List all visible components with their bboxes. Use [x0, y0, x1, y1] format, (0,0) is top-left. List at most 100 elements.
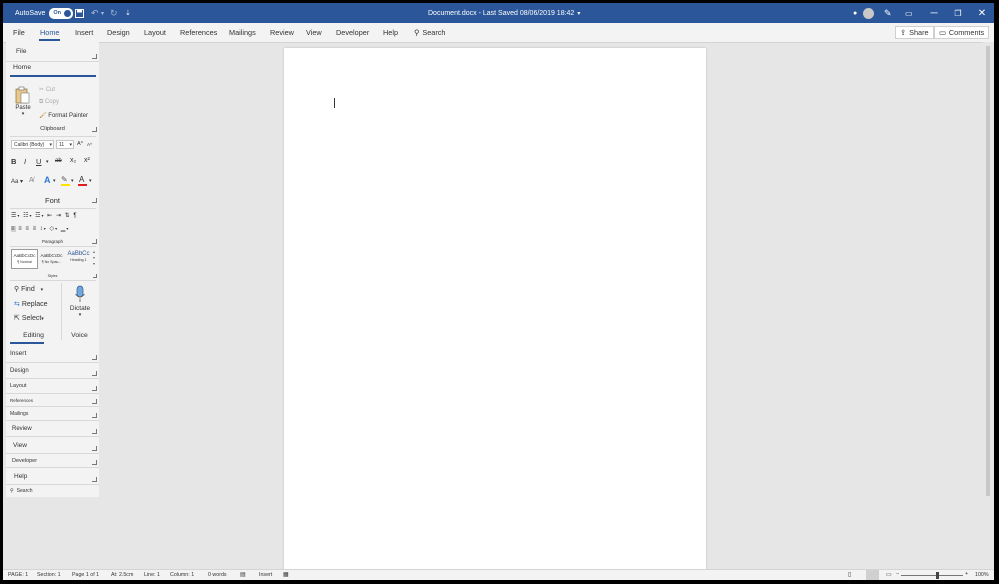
status-words[interactable]: 0 words [208, 572, 227, 578]
text-effects-button[interactable]: A [44, 175, 51, 185]
cut-button[interactable]: ✂ Cut [39, 86, 55, 93]
dialog-launcher-icon[interactable] [92, 477, 97, 482]
tab-view[interactable]: View [306, 23, 322, 42]
styles-scroll[interactable]: ▴ ▾ ▾ [93, 249, 97, 269]
sort-icon[interactable]: ⇅ [65, 213, 71, 219]
redo-icon[interactable]: ↻ [110, 3, 118, 23]
styles-launcher-icon[interactable] [93, 274, 97, 278]
align-right-icon[interactable]: ≡ [25, 226, 30, 232]
close-icon[interactable]: ✕ [969, 3, 994, 23]
strikethrough-button[interactable]: ab [55, 158, 62, 164]
increase-indent-icon[interactable]: ⇥ [56, 213, 62, 219]
style-no-spacing[interactable]: AaBbCcDc ¶ No Spac... [38, 249, 65, 269]
chevron-down-icon[interactable]: ▾ [53, 178, 56, 184]
ribbon-group-design[interactable]: Design [6, 363, 99, 379]
vertical-scrollbar[interactable] [983, 42, 994, 569]
document-title[interactable]: Document.docx - Last Saved 08/06/2019 18… [428, 10, 574, 17]
chevron-down-icon[interactable]: ▾ [89, 178, 92, 184]
ribbon-group-view[interactable]: View [6, 437, 99, 454]
tab-review[interactable]: Review [270, 23, 294, 42]
font-size-select[interactable]: 11 ▾ [56, 140, 74, 149]
grow-font-button[interactable]: A^ [77, 141, 83, 147]
dialog-launcher-icon[interactable] [92, 429, 97, 434]
web-layout-icon[interactable]: ▭ [886, 571, 892, 578]
ribbon-group-developer[interactable]: Developer [6, 454, 99, 468]
chevron-down-icon[interactable]: ▾ [14, 111, 32, 117]
scrollbar-thumb[interactable] [986, 46, 990, 496]
document-page[interactable] [284, 48, 706, 571]
share-button[interactable]: ⇪ Share [895, 26, 934, 39]
macro-record-icon[interactable]: ▦ [283, 571, 289, 578]
paragraph-launcher-icon[interactable] [92, 239, 97, 244]
autosave-toggle[interactable]: On [49, 7, 74, 19]
superscript-button[interactable]: x² [84, 157, 90, 164]
tab-help[interactable]: Help [383, 23, 398, 42]
subscript-button[interactable]: x₂ [70, 157, 76, 164]
clipboard-launcher-icon[interactable] [92, 127, 97, 132]
shrink-font-button[interactable]: A^ [87, 142, 92, 147]
tab-layout[interactable]: Layout [144, 23, 166, 42]
font-color-button[interactable]: A [79, 175, 84, 184]
ribbon-group-review[interactable]: Review [6, 421, 99, 437]
font-name-select[interactable]: Calibri (Body) ▾ [11, 140, 54, 149]
pilcrow-icon[interactable]: ¶ [73, 213, 77, 219]
style-heading-1[interactable]: AaBbCc Heading 1 [65, 249, 92, 269]
highlighter-icon[interactable]: ✎ [61, 175, 68, 184]
ribbon-file-row[interactable]: File [6, 42, 99, 62]
dialog-launcher-icon[interactable] [92, 371, 97, 376]
zoom-in-icon[interactable]: + [965, 571, 968, 577]
minimize-icon[interactable]: ─ [921, 3, 947, 23]
status-line[interactable]: Line: 1 [144, 572, 160, 578]
tab-file[interactable]: File [13, 23, 25, 42]
find-button[interactable]: ⚲ Find ▾ [14, 285, 43, 293]
chevron-down-icon[interactable]: ▾ [46, 159, 49, 165]
font-launcher-icon[interactable] [92, 198, 97, 203]
ribbon-home-row[interactable]: Home [10, 64, 96, 77]
zoom-slider-knob[interactable] [936, 572, 939, 579]
copy-button[interactable]: ⧉ Copy [39, 99, 59, 106]
select-button[interactable]: ⇱ Select▾ [14, 314, 44, 322]
save-icon[interactable] [75, 3, 84, 23]
ribbon-search[interactable]: ⚲ Search [6, 485, 99, 497]
tab-design[interactable]: Design [107, 23, 130, 42]
paste-button[interactable]: Paste ▾ [14, 86, 32, 117]
pen-icon[interactable]: ✎ [884, 3, 892, 23]
align-center-icon[interactable]: ≡ [18, 226, 23, 232]
clear-formatting-icon[interactable]: A̸ [29, 177, 34, 184]
bold-button[interactable]: B [11, 157, 16, 166]
ribbon-group-help[interactable]: Help [6, 468, 99, 485]
status-column[interactable]: Column: 1 [170, 572, 194, 578]
dialog-launcher-icon[interactable] [92, 355, 97, 360]
undo-dropdown-icon[interactable]: ▾ [101, 3, 104, 23]
ribbon-display-options-icon[interactable]: ▭ [905, 3, 913, 23]
dialog-launcher-icon[interactable] [92, 399, 97, 404]
tab-home[interactable]: Home [38, 23, 61, 42]
zoom-out-icon[interactable]: − [896, 571, 899, 577]
status-page-of[interactable]: Page 1 of 1 [72, 572, 99, 578]
tab-mailings[interactable]: Mailings [229, 23, 256, 42]
zoom-level[interactable]: 100% [975, 572, 989, 578]
ribbon-group-layout[interactable]: Layout [6, 379, 99, 394]
dialog-launcher-icon[interactable] [92, 386, 97, 391]
undo-icon[interactable]: ↶ [91, 3, 99, 23]
paragraph-align-row[interactable]: ≡ ≡ ≡ ≡ ↕▾ ◇▾ ▁▾ [11, 225, 69, 232]
status-page[interactable]: PAGE: 1 [8, 572, 28, 578]
chevron-down-icon[interactable]: ▾ [577, 10, 580, 17]
underline-button[interactable]: U [36, 157, 41, 166]
status-mode[interactable]: Insert [259, 572, 272, 578]
ribbon-group-insert[interactable]: Insert [6, 345, 99, 363]
dialog-launcher-icon[interactable] [92, 446, 97, 451]
tab-insert[interactable]: Insert [75, 23, 93, 42]
coauthor-indicator-icon[interactable]: ● [853, 3, 857, 23]
paragraph-lists-row[interactable]: ☰▾ ☷▾ ☲▾ ⇤ ⇥ ⇅ ¶ [11, 212, 78, 219]
tell-me-search[interactable]: ⚲ Search [414, 26, 445, 39]
style-normal[interactable]: AaBbCcDc ¶ Normal [11, 249, 38, 269]
zoom-slider[interactable] [901, 572, 963, 579]
ribbon-group-mailings[interactable]: Mailings [6, 407, 99, 421]
decrease-indent-icon[interactable]: ⇤ [47, 213, 53, 219]
restore-icon[interactable]: ❐ [945, 3, 971, 23]
avatar[interactable] [863, 7, 874, 19]
dictate-button[interactable]: Dictate ▾ [64, 285, 96, 318]
print-layout-icon[interactable] [866, 570, 879, 580]
status-section[interactable]: Section: 1 [37, 572, 61, 578]
